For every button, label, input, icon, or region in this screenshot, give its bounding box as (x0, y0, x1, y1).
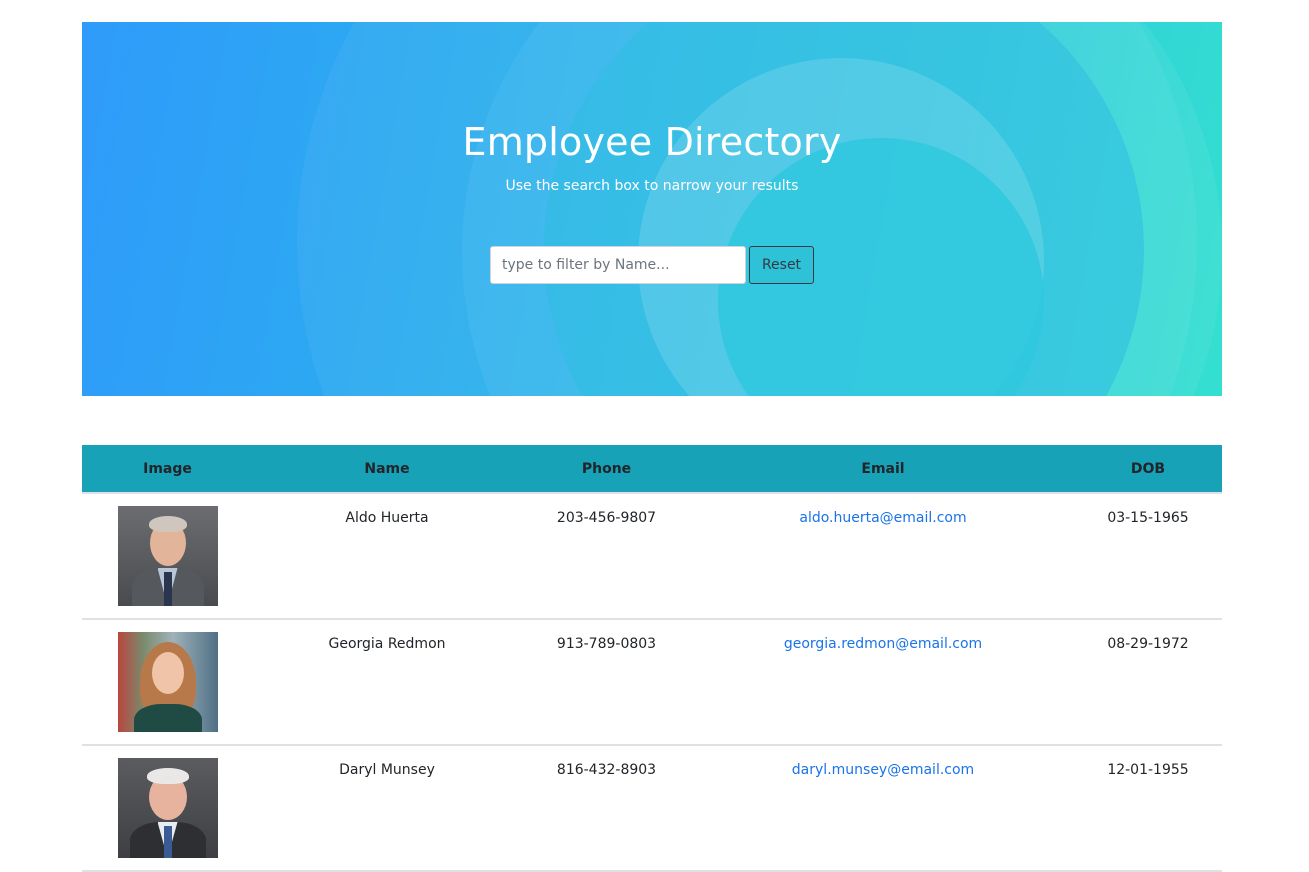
table-row: Daryl Munsey 816-432-8903 daryl.munsey@e… (82, 745, 1222, 872)
email-cell: aldo.huerta@email.com (692, 493, 1074, 620)
email-cell: georgia.redmon@email.com (692, 619, 1074, 746)
email-link[interactable]: daryl.munsey@email.com (792, 762, 974, 778)
name-cell: Aldo Huerta (253, 493, 521, 620)
column-header-image[interactable]: Image (82, 445, 253, 494)
email-link[interactable]: aldo.huerta@email.com (799, 510, 966, 526)
email-link[interactable]: georgia.redmon@email.com (784, 636, 982, 652)
email-cell: daryl.munsey@email.com (692, 745, 1074, 872)
dob-cell: 03-15-1965 (1074, 493, 1222, 620)
name-cell: Daryl Munsey (253, 745, 521, 872)
column-header-phone[interactable]: Phone (521, 445, 692, 494)
table-row: Georgia Redmon 913-789-0803 georgia.redm… (82, 619, 1222, 746)
phone-cell: 913-789-0803 (521, 619, 692, 746)
page-subtitle: Use the search box to narrow your result… (505, 178, 799, 194)
phone-cell: 203-456-9807 (521, 493, 692, 620)
employee-photo (117, 632, 218, 732)
page-title: Employee Directory (462, 120, 842, 164)
search-input[interactable] (490, 246, 746, 284)
image-cell (82, 493, 253, 620)
hero-banner: Employee Directory Use the search box to… (82, 22, 1222, 396)
dob-cell: 08-29-1972 (1074, 619, 1222, 746)
table-header-row: Image Name Phone Email DOB (82, 445, 1222, 494)
column-header-email[interactable]: Email (692, 445, 1074, 494)
employee-table: Image Name Phone Email DOB Aldo Huerta 2… (82, 445, 1222, 872)
dob-cell: 12-01-1955 (1074, 745, 1222, 872)
image-cell (82, 619, 253, 746)
table-row: Aldo Huerta 203-456-9807 aldo.huerta@ema… (82, 493, 1222, 620)
reset-button[interactable]: Reset (749, 246, 814, 284)
phone-cell: 816-432-8903 (521, 745, 692, 872)
image-cell (82, 745, 253, 872)
column-header-dob[interactable]: DOB (1074, 445, 1222, 494)
employee-photo (117, 506, 218, 606)
name-cell: Georgia Redmon (253, 619, 521, 746)
employee-photo (117, 758, 218, 858)
column-header-name[interactable]: Name (253, 445, 521, 494)
